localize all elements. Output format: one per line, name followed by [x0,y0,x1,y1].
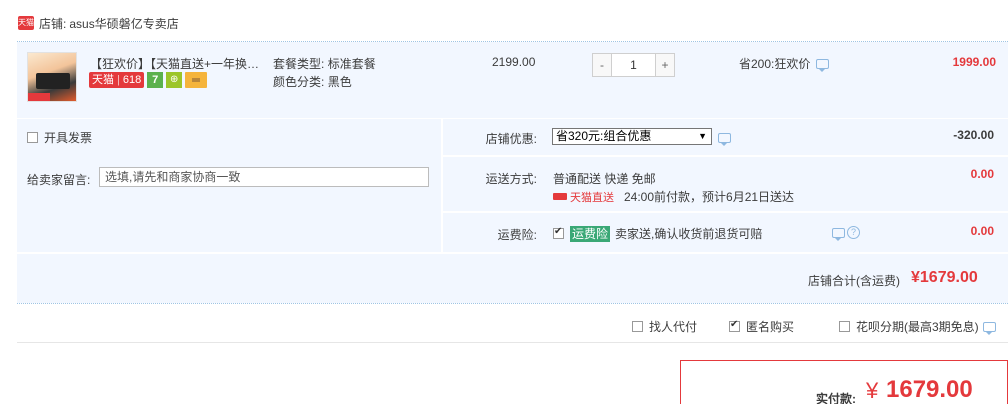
item-discount-text: 省200:狂欢价 [739,57,811,71]
delivery-method: 普通配送 快递 免邮 [553,172,656,186]
spec-color-value: 黑色 [327,75,352,89]
dropdown-arrow-icon: ▼ [698,131,707,141]
invoice-checkbox[interactable] [27,132,38,143]
product-title-link[interactable]: 【狂欢价】【天猫直送+一年换新】 [90,55,265,72]
insurance-checkbox[interactable] [553,226,564,239]
item-discount: 省200:狂欢价 [739,55,830,72]
badge-separator: | [117,74,120,86]
coupon-label: 店铺优惠: [485,132,537,146]
delivery-estimate: 天猫直送 24:00前付款，预计6月21日送达 [553,188,794,205]
tmall-shop-icon: 天猫 [18,16,34,30]
delivery-note: 24:00前付款，预计6月21日送达 [624,190,795,204]
product-thumbnail[interactable] [27,52,77,102]
tmall-direct-tag: 天猫直送 [553,189,614,205]
anonymous-label: 匿名购买 [746,320,795,334]
payment-amount: 1679.00 [886,376,973,403]
invoice-label: 开具发票 [44,131,93,145]
tmall-direct-text: 天猫直送 [570,191,614,204]
unit-price: 2199.00 [492,55,536,69]
thumbnail-banner [28,55,76,65]
coupon-amount: -320.00 [953,128,994,142]
delivery-amount: 0.00 [970,167,994,181]
quantity-decrease-button[interactable]: - [592,53,612,77]
item-total-price: 1999.00 [952,55,996,69]
anonymous-checkbox[interactable] [729,319,740,332]
insurance-label: 运费险: [497,228,537,242]
seller-message-input[interactable]: 选填,请先和商家协商一致 [99,167,429,187]
shop-header: 天猫 店铺: asus华硕磐亿专卖店 [18,14,179,32]
insurance-info: 运费险 卖家送,确认收货前退货可赔 [553,225,762,242]
payment-currency: ¥ [866,378,879,403]
chat-icon[interactable] [816,58,830,72]
quantity-increase-button[interactable]: + [655,53,675,77]
router-image [36,73,70,89]
delivery-label: 运送方式: [485,172,537,186]
subtotal-label: 店铺合计(含运费) [808,274,900,288]
insurance-text: 卖家送,确认收货前退货可赔 [615,227,763,241]
anonymous-option[interactable]: 匿名购买 [729,318,794,335]
spec-package-label: 套餐类型: [273,57,325,71]
insurance-amount: 0.00 [970,224,994,238]
warranty-icon[interactable]: ⊕ [166,72,183,88]
proxy-pay-option[interactable]: 找人代付 [632,318,697,335]
divider [17,303,1008,304]
installment-option[interactable]: 花呗分期(最高3期免息) [839,318,996,335]
coupon-select[interactable]: 省320元:组合优惠 ▼ [552,128,712,145]
thumbnail-tag [28,93,50,101]
seven-day-return-icon[interactable]: 7 [147,72,164,88]
insurance-help: ? [832,226,860,241]
coupon-selected-value: 省320元:组合优惠 [556,129,652,143]
credit-card-icon[interactable] [185,72,208,88]
spec-package-value: 标准套餐 [327,57,376,71]
tmall-direct-icon [553,193,567,200]
divider [17,342,1008,343]
insurance-tag: 运费险 [570,225,611,242]
service-badges: 天猫 | 618 7 ⊕ [89,72,208,88]
shop-label: 店铺: [39,16,67,31]
installment-chat-icon[interactable] [982,321,996,335]
installment-checkbox[interactable] [839,321,850,332]
spec-color-label: 颜色分类: [273,75,325,89]
question-icon[interactable]: ? [847,226,860,239]
coupon-chat-icon[interactable] [718,133,731,146]
spec-color: 颜色分类: 黑色 [273,73,352,90]
shop-name-link[interactable]: asus华硕磐亿专卖店 [69,15,178,32]
insurance-chat-icon[interactable] [832,227,845,241]
proxy-pay-label: 找人代付 [649,320,698,334]
quantity-input[interactable]: 1 [612,53,655,77]
tmall-618-badge[interactable]: 天猫 | 618 [89,72,145,88]
subtotal-value: ¥1679.00 [911,269,978,286]
installment-label: 花呗分期(最高3期免息) [856,320,979,334]
spec-package: 套餐类型: 标准套餐 [273,55,376,72]
tmall-badge-text: 天猫 [92,74,114,86]
payment-label: 实付款: [816,392,856,404]
quantity-stepper: - 1 + [592,53,675,77]
invoice-option[interactable]: 开具发票 [27,129,92,146]
seller-message-label: 给卖家留言: [27,173,91,187]
proxy-pay-checkbox[interactable] [632,321,643,332]
618-badge-text: 618 [122,74,142,86]
